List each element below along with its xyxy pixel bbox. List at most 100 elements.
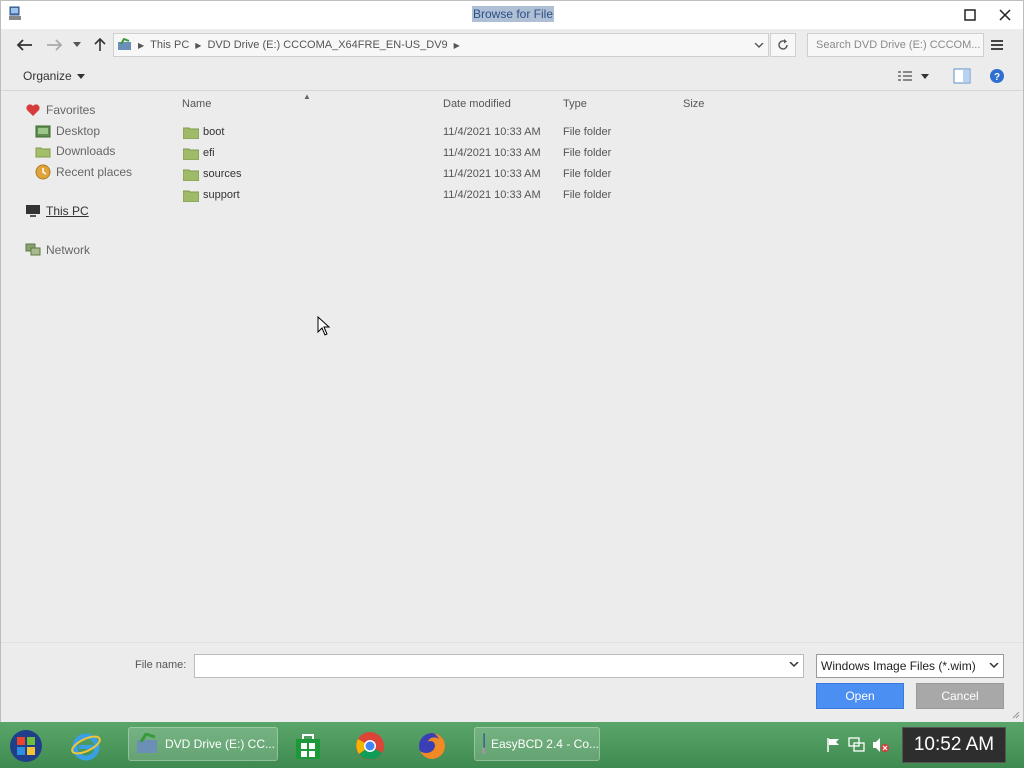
favorites-heart-icon — [26, 104, 40, 116]
maximize-icon — [964, 9, 976, 21]
folder-icon — [183, 148, 199, 160]
nav-this-pc[interactable]: This PC — [25, 204, 89, 218]
taskbar-task-dvd-drive[interactable]: DVD Drive (E:) CC... — [128, 727, 278, 761]
taskbar: DVD Drive (E:) CC... EasyBCD 2.4 - Co...… — [0, 722, 1024, 768]
breadcrumb-this-pc[interactable]: This PC — [150, 39, 189, 51]
network-tray-icon[interactable] — [848, 736, 866, 754]
mouse-cursor-icon — [317, 316, 331, 336]
nav-this-pc-label: This PC — [46, 204, 89, 218]
forward-button[interactable] — [44, 34, 66, 56]
nav-desktop[interactable]: Desktop — [35, 124, 100, 138]
file-date: 11/4/2021 10:33 AM — [443, 147, 541, 159]
file-name-input[interactable] — [194, 654, 804, 678]
navigation-pane: Favorites Desktop Downloads Recent place… — [1, 92, 173, 642]
nav-recent-places[interactable]: Recent places — [35, 164, 132, 180]
preview-pane-button[interactable] — [953, 68, 971, 87]
file-type: File folder — [563, 147, 612, 159]
browse-for-file-dialog: Browse for File ▶ This PC ▶ DVD Drive (E… — [0, 0, 1024, 722]
nav-favorites-label: Favorites — [46, 103, 96, 117]
start-button[interactable] — [8, 728, 44, 764]
nav-network-label: Network — [46, 243, 91, 257]
file-row[interactable]: boot 11/4/2021 10:33 AM File folder — [181, 122, 701, 143]
chevron-down-icon — [76, 73, 85, 79]
file-name: efi — [203, 147, 215, 159]
address-dropdown-icon[interactable] — [754, 43, 764, 49]
folder-icon — [183, 169, 199, 181]
help-icon: ? — [990, 69, 1004, 83]
back-button[interactable] — [13, 34, 35, 56]
folder-icon — [183, 127, 199, 139]
chrome-icon[interactable] — [352, 728, 388, 764]
open-button[interactable]: Open — [816, 683, 904, 709]
breadcrumb-dvd-drive[interactable]: DVD Drive (E:) CCCOMA_X64FRE_EN-US_DV9 — [207, 39, 447, 51]
chevron-down-icon — [73, 42, 81, 47]
close-icon — [999, 9, 1011, 21]
address-bar[interactable]: ▶ This PC ▶ DVD Drive (E:) CCCOMA_X64FRE… — [113, 33, 769, 57]
column-header-size[interactable]: Size — [683, 98, 704, 110]
column-header-type[interactable]: Type — [563, 98, 587, 110]
view-list-icon — [898, 71, 912, 81]
folder-icon — [183, 190, 199, 202]
firefox-icon[interactable] — [414, 728, 450, 764]
menu-button[interactable] — [987, 35, 1007, 55]
recent-locations-button[interactable] — [71, 34, 83, 56]
nav-downloads-label: Downloads — [56, 144, 116, 158]
nav-favorites[interactable]: Favorites — [25, 103, 95, 117]
window-title: Browse for File — [472, 6, 555, 22]
preview-pane-icon — [953, 68, 971, 84]
this-pc-icon — [26, 205, 40, 217]
network-icon — [25, 243, 41, 256]
file-type-select[interactable]: Windows Image Files (*.wim) — [816, 654, 1004, 678]
file-date: 11/4/2021 10:33 AM — [443, 168, 541, 180]
taskbar-clock[interactable]: 10:52 AM — [902, 727, 1006, 763]
chevron-right-icon: ▶ — [138, 40, 145, 50]
file-type: File folder — [563, 126, 612, 138]
chevron-right-icon: ▶ — [195, 40, 202, 50]
desktop-icon — [35, 125, 51, 137]
chevron-down-icon — [989, 663, 999, 669]
action-center-flag-icon[interactable] — [824, 736, 842, 754]
cancel-button[interactable]: Cancel — [916, 683, 1004, 709]
column-header-date[interactable]: Date modified — [443, 98, 511, 110]
file-list: Name ▲ Date modified Type Size boot 11/4… — [173, 92, 1023, 642]
downloads-folder-icon — [35, 147, 51, 157]
chevron-right-icon: ▶ — [453, 40, 460, 50]
file-row[interactable]: sources 11/4/2021 10:33 AM File folder — [181, 164, 701, 185]
hamburger-icon — [991, 40, 1003, 50]
file-name-label: File name: — [135, 659, 187, 671]
internet-explorer-icon[interactable] — [68, 728, 104, 764]
up-button[interactable] — [91, 34, 109, 56]
sort-ascending-icon: ▲ — [303, 92, 311, 101]
start-orb-icon — [10, 730, 42, 762]
file-row[interactable]: efi 11/4/2021 10:33 AM File folder — [181, 143, 701, 164]
refresh-button[interactable] — [770, 33, 796, 57]
search-input[interactable]: Search DVD Drive (E:) CCCOM... — [807, 33, 984, 57]
chevron-down-icon — [921, 73, 929, 79]
toolbar: Organize ? — [1, 63, 1023, 91]
drive-icon — [118, 38, 131, 50]
title-bar: Browse for File — [1, 1, 1023, 29]
view-options-button[interactable] — [897, 69, 929, 83]
drive-icon — [137, 733, 157, 753]
column-header-name[interactable]: Name — [182, 98, 211, 110]
file-name: support — [203, 189, 240, 201]
close-button[interactable] — [988, 1, 1022, 29]
back-arrow-icon — [16, 39, 32, 51]
file-row[interactable]: support 11/4/2021 10:33 AM File folder — [181, 185, 701, 206]
taskbar-task-easybcd[interactable]: EasyBCD 2.4 - Co... — [474, 727, 600, 761]
file-type: File folder — [563, 168, 612, 180]
taskbar-task-label: EasyBCD 2.4 - Co... — [490, 737, 599, 751]
nav-desktop-label: Desktop — [56, 124, 101, 138]
navigation-bar: ▶ This PC ▶ DVD Drive (E:) CCCOMA_X64FRE… — [1, 29, 1023, 63]
maximize-button[interactable] — [953, 1, 987, 29]
volume-muted-icon[interactable] — [872, 736, 890, 754]
organize-label: Organize — [23, 69, 72, 83]
nav-downloads[interactable]: Downloads — [35, 144, 115, 158]
help-button[interactable]: ? — [989, 68, 1005, 87]
store-icon[interactable] — [290, 728, 326, 764]
resize-grip-icon[interactable] — [1012, 711, 1020, 719]
up-arrow-icon — [94, 38, 106, 51]
nav-network[interactable]: Network — [25, 243, 90, 257]
file-name-dropdown-icon[interactable] — [789, 662, 799, 668]
organize-button[interactable]: Organize — [23, 69, 85, 83]
